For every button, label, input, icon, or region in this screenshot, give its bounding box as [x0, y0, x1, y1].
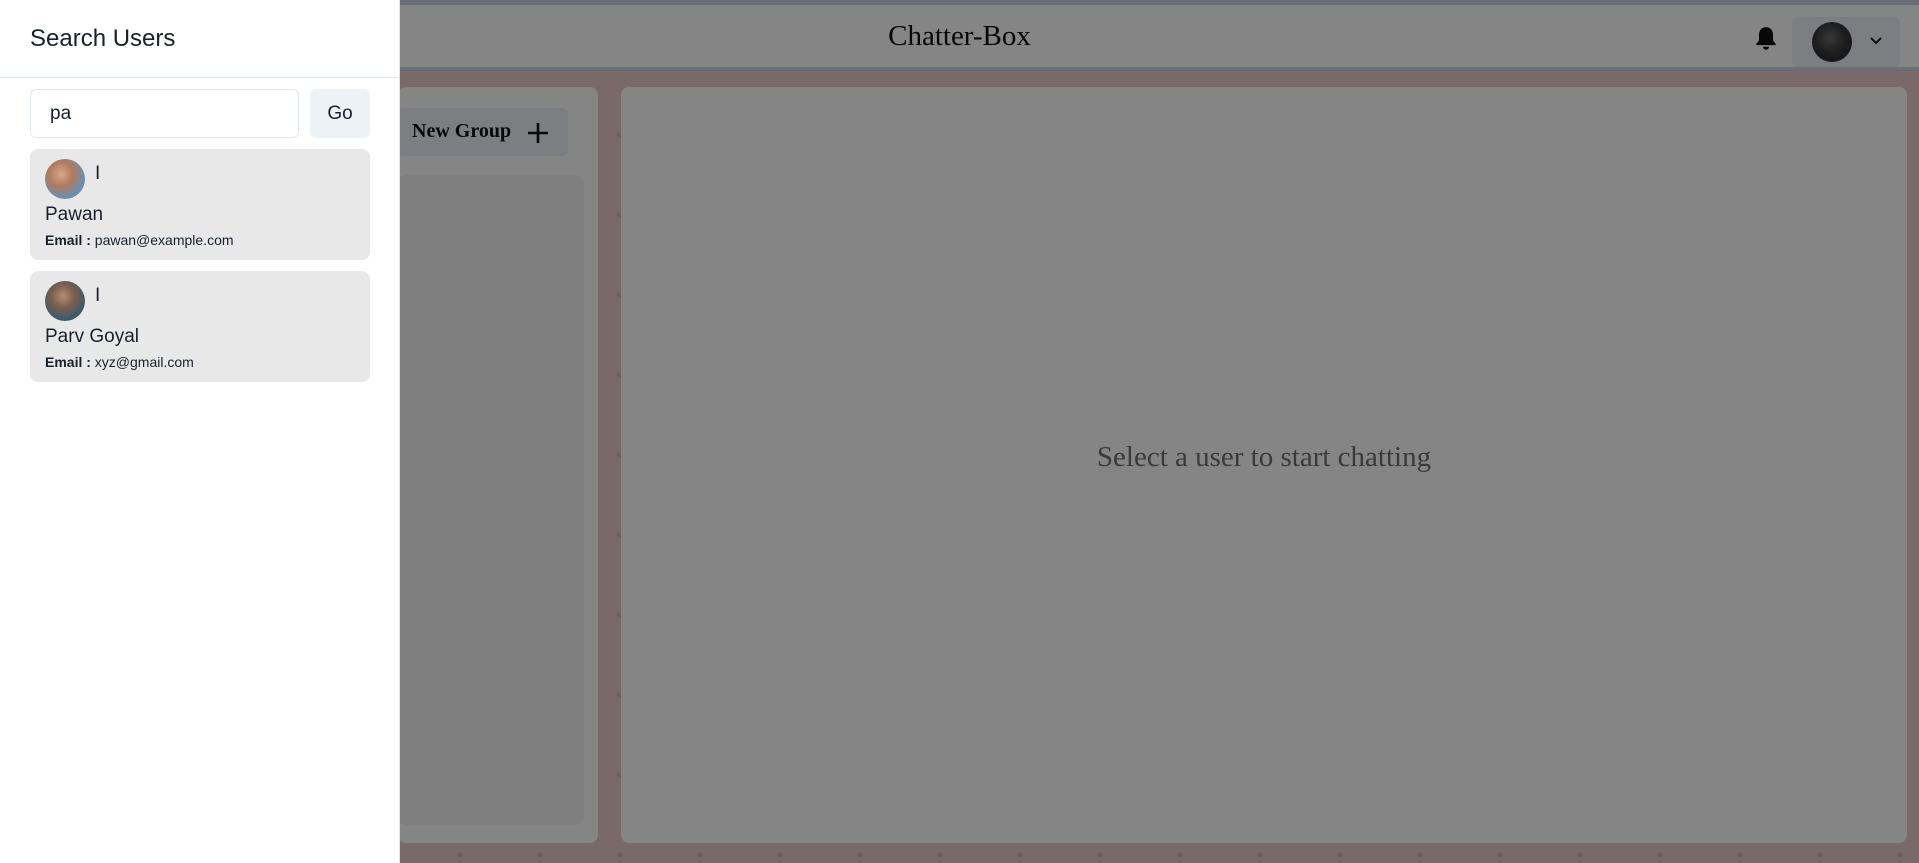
drawer-title: Search Users	[30, 25, 176, 52]
user-result-item[interactable]: I Pawan Email : pawan@example.com	[30, 149, 370, 260]
email-label: Email :	[45, 232, 91, 248]
avatar	[45, 159, 85, 199]
go-button[interactable]: Go	[310, 89, 370, 138]
email-value: pawan@example.com	[94, 232, 234, 248]
user-name: Parv Goyal	[45, 326, 139, 347]
user-email: Email : xyz@gmail.com	[45, 354, 194, 370]
user-email: Email : pawan@example.com	[45, 232, 234, 248]
user-initial: I	[95, 163, 101, 184]
email-label: Email :	[45, 354, 91, 370]
avatar	[45, 281, 85, 321]
email-value: xyz@gmail.com	[94, 354, 194, 370]
search-users-drawer: Search Users Go I Pawan Email : pawan@ex…	[0, 0, 400, 863]
search-input[interactable]	[30, 89, 299, 138]
user-initial: I	[95, 285, 101, 306]
drawer-header: Search Users	[0, 0, 399, 78]
user-result-item[interactable]: I Parv Goyal Email : xyz@gmail.com	[30, 271, 370, 382]
user-name: Pawan	[45, 204, 104, 225]
